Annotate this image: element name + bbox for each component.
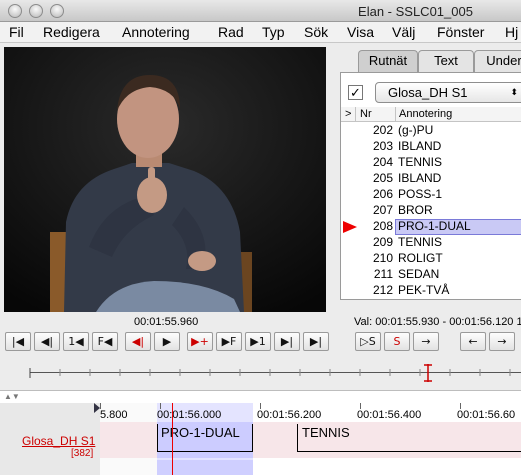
- tier-annotation-count: [382]: [71, 448, 94, 459]
- table-row-selected[interactable]: 208 PRO-1-DUAL: [341, 219, 521, 235]
- col-annotation-header[interactable]: Annotering: [399, 108, 452, 120]
- col-arrow-header[interactable]: >: [345, 108, 351, 120]
- menu-sok[interactable]: Sök: [304, 24, 328, 40]
- menu-fil[interactable]: Fil: [9, 24, 24, 40]
- tab-undertext[interactable]: Under: [474, 50, 521, 72]
- selection-begin-button[interactable]: ◀|: [125, 332, 151, 351]
- next-pixel-button[interactable]: ▶F: [216, 332, 242, 351]
- tick-label: 00:01:56.200: [257, 409, 322, 421]
- table-row[interactable]: 210 ROLIGT: [341, 251, 521, 267]
- table-row[interactable]: 205 IBLAND: [341, 171, 521, 187]
- expand-collapse-icon[interactable]: ▲▼: [4, 392, 20, 401]
- tick-label: 00:01:56.60: [457, 409, 516, 421]
- annotation-value: TENNIS: [302, 425, 350, 440]
- media-time-display: 00:01:55.960: [134, 316, 199, 328]
- table-row[interactable]: 203 IBLAND: [341, 139, 521, 155]
- table-row[interactable]: 202 (g-)PU: [341, 123, 521, 139]
- select-arrows-icon: ⬍: [510, 87, 518, 97]
- tier-checkbox[interactable]: ✓: [348, 85, 363, 100]
- step-forward-second-button[interactable]: ▶1: [245, 332, 271, 351]
- table-row[interactable]: 204 TENNIS: [341, 155, 521, 171]
- window-title: Elan - SSLC01_005: [358, 4, 473, 19]
- menu-typ[interactable]: Typ: [262, 24, 285, 40]
- play-button[interactable]: ▶: [154, 332, 180, 351]
- tier-select[interactable]: Glosa_DH S1 ⬍: [375, 82, 521, 103]
- next-annotation-button[interactable]: →: [489, 332, 515, 351]
- table-header: > Nr Annotering: [341, 107, 521, 122]
- step-back-second-button[interactable]: 1◀: [63, 332, 89, 351]
- menu-fonster[interactable]: Fönster: [437, 24, 484, 40]
- tier-name-label[interactable]: Glosa_DH S1: [22, 434, 95, 448]
- clear-selection-button[interactable]: S: [384, 332, 410, 351]
- table-row[interactable]: 211 SEDAN: [341, 267, 521, 283]
- crosshair-cursor[interactable]: [172, 403, 173, 475]
- video-frame: [4, 47, 326, 312]
- selection-end-button[interactable]: ▶+: [187, 332, 213, 351]
- next-frame-button[interactable]: ▶|: [274, 332, 300, 351]
- overview-ruler-ticks: [29, 364, 511, 382]
- crosshair-marker-icon: [94, 403, 100, 413]
- tick-label: 5.800: [100, 409, 128, 421]
- selection-mode-button[interactable]: →: [413, 332, 439, 351]
- annotation-block[interactable]: TENNIS: [297, 424, 521, 452]
- selection-time-display: Val: 00:01:55.930 - 00:01:56.120 1: [354, 316, 521, 328]
- ruler-cursor-icon: [424, 364, 432, 382]
- previous-pixel-button[interactable]: F◀: [92, 332, 118, 351]
- menu-valj[interactable]: Välj: [392, 24, 415, 40]
- tick-label: 00:01:56.400: [357, 409, 422, 421]
- tier-select-value: Glosa_DH S1: [388, 85, 468, 100]
- current-row-arrow-icon: [343, 221, 357, 233]
- tick-label: 00:01:56.000: [157, 409, 222, 421]
- tab-text[interactable]: Text: [418, 50, 474, 72]
- menu-redigera[interactable]: Redigera: [43, 24, 100, 40]
- menu-bar: Fil Redigera Annotering Rad Typ Sök Visa…: [0, 22, 521, 43]
- video-viewer[interactable]: [4, 47, 326, 312]
- table-row[interactable]: 209 TENNIS: [341, 235, 521, 251]
- menu-hjalp[interactable]: Hj: [505, 24, 518, 40]
- tab-rutnat[interactable]: Rutnät: [358, 50, 418, 72]
- table-row[interactable]: 212 PEK-TVÅ: [341, 283, 521, 299]
- table-row[interactable]: 206 POSS-1: [341, 187, 521, 203]
- go-to-end-button[interactable]: ▶|: [303, 332, 329, 351]
- menu-annotering[interactable]: Annotering: [122, 24, 190, 40]
- go-to-begin-button[interactable]: |◀: [5, 332, 31, 351]
- menu-visa[interactable]: Visa: [347, 24, 374, 40]
- title-bar: Elan - SSLC01_005: [0, 0, 521, 22]
- col-nr-header[interactable]: Nr: [360, 108, 372, 120]
- play-selection-button[interactable]: ▷S: [355, 332, 381, 351]
- table-row[interactable]: 207 BROR: [341, 203, 521, 219]
- menu-rad[interactable]: Rad: [218, 24, 244, 40]
- previous-frame-button[interactable]: ◀|: [34, 332, 60, 351]
- previous-annotation-button[interactable]: ←: [460, 332, 486, 351]
